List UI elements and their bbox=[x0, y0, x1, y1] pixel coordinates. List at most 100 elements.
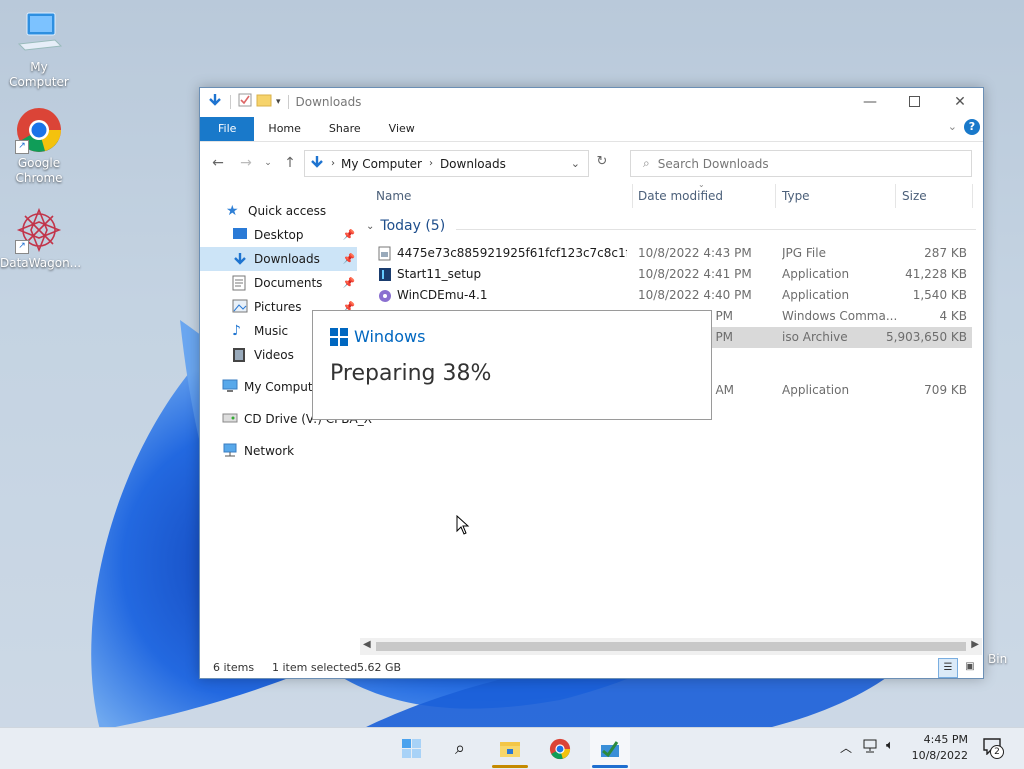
help-icon[interactable]: ? bbox=[964, 119, 980, 135]
search-input[interactable]: ⌕ Search Downloads bbox=[630, 150, 972, 177]
jpg-file-icon bbox=[378, 246, 391, 261]
shortcut-arrow-icon: ↗ bbox=[15, 140, 29, 154]
chrome-icon: ↗ bbox=[15, 106, 63, 154]
details-view-icon[interactable]: ☰ bbox=[938, 658, 958, 678]
taskbar-file-explorer[interactable] bbox=[490, 728, 530, 769]
file-date: 10/8/2022 4:43 PM bbox=[638, 246, 752, 260]
file-row[interactable]: WinCDEmu-4.1 10/8/2022 4:40 PM Applicati… bbox=[360, 285, 972, 306]
address-bar[interactable]: › My Computer › Downloads ⌄ bbox=[304, 150, 589, 177]
recent-locations-button[interactable]: ⌄ bbox=[257, 158, 279, 168]
file-name: WinCDEmu-4.1 bbox=[397, 288, 488, 302]
nav-downloads[interactable]: Downloads 📌 bbox=[200, 247, 357, 271]
windows-logo-icon bbox=[330, 327, 348, 346]
notifications-icon[interactable]: 2 bbox=[982, 737, 1004, 759]
nav-label: Pictures bbox=[254, 300, 302, 314]
clock[interactable]: 4:45 PM 10/8/2022 bbox=[912, 732, 968, 764]
search-button[interactable]: ⌕ bbox=[440, 728, 480, 769]
cd-drive-icon bbox=[222, 411, 238, 427]
chevron-down-icon[interactable]: ▾ bbox=[276, 97, 281, 107]
selection-size: 5.62 GB bbox=[357, 661, 402, 674]
nav-label: Videos bbox=[254, 348, 294, 362]
dialog-message: Preparing 38% bbox=[330, 361, 492, 386]
taskbar-chrome[interactable] bbox=[540, 728, 580, 769]
file-type: Application bbox=[782, 267, 850, 281]
start-button[interactable] bbox=[391, 728, 431, 769]
clock-time: 4:45 PM bbox=[923, 733, 968, 746]
music-icon: ♪ bbox=[232, 323, 241, 339]
documents-icon bbox=[232, 275, 248, 291]
download-arrow-icon bbox=[309, 154, 325, 173]
column-header-date[interactable]: Date modified bbox=[638, 184, 723, 208]
tab-home[interactable]: Home bbox=[254, 117, 314, 141]
application-icon bbox=[379, 268, 391, 281]
pin-icon: 📌 bbox=[342, 253, 355, 265]
breadcrumb-downloads[interactable]: Downloads bbox=[440, 157, 506, 171]
properties-checkmark-icon[interactable] bbox=[238, 93, 252, 110]
nav-label: Network bbox=[244, 444, 295, 458]
expand-ribbon-icon[interactable]: ⌄ bbox=[948, 120, 957, 133]
title-bar[interactable]: ▾ Downloads — ✕ bbox=[200, 88, 983, 115]
file-row[interactable]: 4475e73c885921925f61fcf123c7c8c1f93e1...… bbox=[360, 243, 972, 264]
column-header-name[interactable]: Name bbox=[376, 184, 411, 208]
nav-network[interactable]: Network bbox=[200, 439, 379, 463]
nav-documents[interactable]: Documents 📌 bbox=[200, 271, 357, 295]
volume-icon[interactable]: 🔈︎ bbox=[886, 738, 894, 753]
address-dropdown-icon[interactable]: ⌄ bbox=[571, 157, 580, 170]
quick-access-toolbar: ▾ bbox=[200, 92, 292, 111]
tab-view[interactable]: View bbox=[375, 117, 429, 141]
network-tray-icon[interactable] bbox=[862, 738, 880, 757]
breadcrumb-separator-icon: › bbox=[428, 158, 433, 169]
column-header-type[interactable]: Type bbox=[782, 184, 810, 208]
dialog-brand: Windows bbox=[354, 327, 426, 346]
pin-icon: 📌 bbox=[342, 277, 355, 289]
large-icons-view-icon[interactable]: ▣ bbox=[961, 658, 979, 676]
close-button[interactable]: ✕ bbox=[937, 88, 983, 115]
tab-file[interactable]: File bbox=[200, 117, 255, 141]
nav-label: Downloads bbox=[254, 252, 320, 266]
desktop-icon-chrome[interactable]: ↗ Google Chrome bbox=[0, 106, 78, 186]
file-type: iso Archive bbox=[782, 330, 848, 344]
nav-quick-access[interactable]: ★ Quick access bbox=[200, 199, 383, 223]
navigation-bar: ← → ⌄ ↑ › My Computer › Downloads ⌄ ↻ ⌕ … bbox=[200, 142, 983, 184]
taskbar-setup-app[interactable] bbox=[590, 728, 630, 769]
desktop-icon-my-computer[interactable]: My Computer bbox=[0, 10, 78, 90]
recycle-bin-label[interactable]: Bin bbox=[988, 652, 1007, 666]
file-date: 10/8/2022 4:41 PM bbox=[638, 267, 752, 281]
ribbon-tabs: File Home Share View ⌄ ? bbox=[200, 115, 983, 142]
nav-desktop[interactable]: Desktop 📌 bbox=[200, 223, 357, 247]
tab-share[interactable]: Share bbox=[315, 117, 375, 141]
status-bar: 6 items 1 item selected 5.62 GB ☰ ▣ bbox=[200, 658, 983, 678]
maximize-button[interactable] bbox=[891, 88, 937, 115]
breadcrumb-my-computer[interactable]: My Computer bbox=[341, 157, 422, 171]
scrollbar-thumb[interactable] bbox=[376, 642, 966, 651]
file-date: 10/8/2022 4:40 PM bbox=[638, 288, 752, 302]
scroll-right-icon[interactable]: ▶ bbox=[971, 639, 979, 650]
group-header-today[interactable]: ⌄ Today (5) bbox=[366, 218, 976, 234]
breadcrumb-separator-icon: › bbox=[331, 158, 335, 169]
window-title: Downloads bbox=[295, 94, 362, 109]
file-name: Start11_setup bbox=[397, 267, 482, 281]
file-type: Windows Comma... bbox=[782, 309, 898, 323]
new-folder-icon[interactable] bbox=[256, 93, 272, 110]
item-count: 6 items bbox=[213, 661, 255, 674]
desktop-icon-label-line2: Chrome bbox=[15, 171, 63, 185]
sort-indicator-icon: ⌄ bbox=[698, 180, 705, 189]
nav-label: Music bbox=[254, 324, 289, 338]
desktop-icon-datawagon[interactable]: ↗ DataWagon... bbox=[0, 206, 81, 271]
nav-label: My Compute bbox=[244, 380, 320, 394]
up-button[interactable]: ↑ bbox=[279, 155, 301, 171]
horizontal-scrollbar[interactable]: ◀ ▶ bbox=[360, 638, 982, 655]
file-size: 709 KB bbox=[924, 383, 967, 397]
minimize-button[interactable]: — bbox=[847, 88, 893, 115]
download-arrow-icon[interactable] bbox=[207, 92, 223, 111]
refresh-button[interactable]: ↻ bbox=[593, 154, 611, 169]
back-button[interactable]: ← bbox=[207, 155, 229, 171]
forward-button[interactable]: → bbox=[235, 155, 257, 171]
file-size: 287 KB bbox=[924, 246, 967, 260]
file-row[interactable]: Start11_setup 10/8/2022 4:41 PM Applicat… bbox=[360, 264, 972, 285]
show-hidden-icons-icon[interactable]: ︿ bbox=[840, 739, 852, 756]
videos-icon bbox=[232, 347, 248, 363]
scroll-left-icon[interactable]: ◀ bbox=[363, 639, 371, 650]
download-arrow-icon bbox=[232, 251, 248, 267]
column-header-size[interactable]: Size bbox=[902, 184, 927, 208]
